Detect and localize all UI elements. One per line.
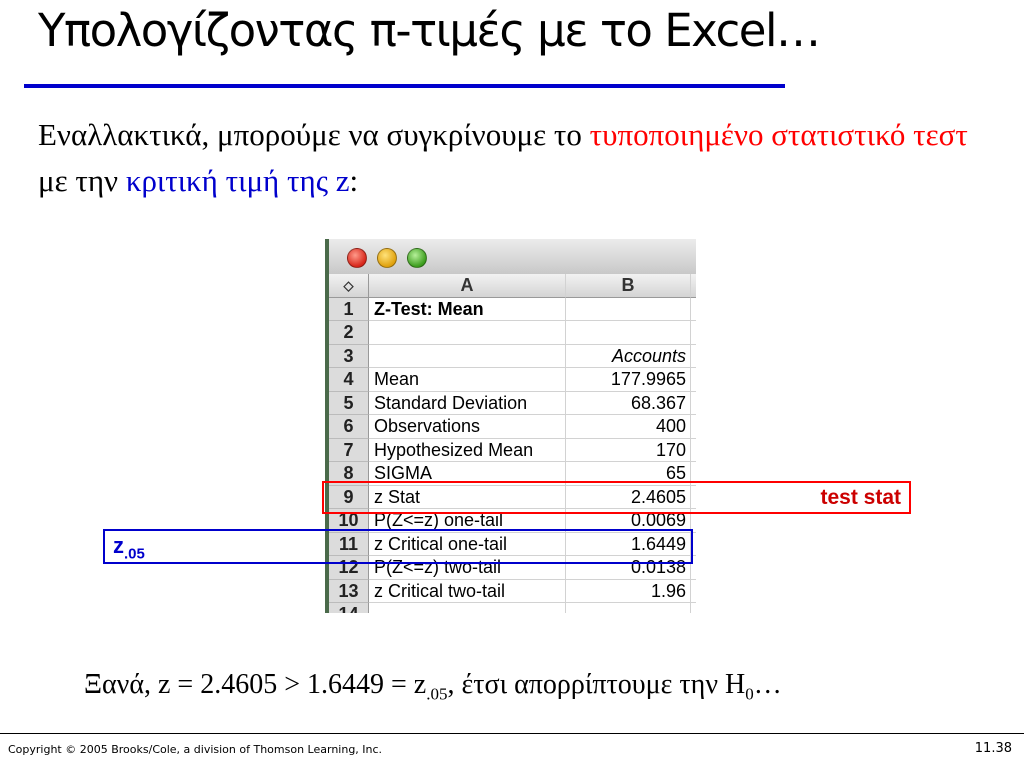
table-row: 7 Hypothesized Mean 170	[329, 438, 696, 462]
intro-paragraph: Εναλλακτικά, μπορούμε να συγκρίνουμε το …	[38, 112, 998, 204]
column-header-a[interactable]: A	[369, 274, 566, 298]
row-header[interactable]: 4	[329, 368, 369, 392]
conclusion-part-1: Ξανά, z = 2.4605 > 1.6449 = z	[84, 669, 427, 700]
cell-b[interactable]	[566, 603, 691, 613]
conclusion-sub-2: 0	[745, 684, 754, 704]
page-number: 11.38	[974, 741, 1012, 756]
critical-value-subscript: .05	[124, 545, 145, 563]
conclusion-part-2: , έτσι απορρίπτουμε την H	[447, 669, 746, 700]
cell-b[interactable]: 68.367	[566, 391, 691, 415]
conclusion-sub-1: .05	[426, 684, 448, 704]
cell-b[interactable]: 1.96	[566, 579, 691, 603]
cell-a[interactable]: Standard Deviation	[369, 391, 566, 415]
intro-text-3: :	[349, 163, 359, 198]
table-row: 6 Observations 400	[329, 415, 696, 439]
close-window-icon[interactable]	[347, 248, 367, 268]
cell-b[interactable]	[566, 321, 691, 345]
table-row: 13 z Critical two-tail 1.96	[329, 579, 696, 603]
row-header[interactable]: 1	[329, 297, 369, 321]
title-underline	[24, 84, 785, 88]
cell-a[interactable]	[369, 321, 566, 345]
column-header-b[interactable]: B	[566, 274, 691, 298]
cell-c[interactable]	[691, 579, 696, 603]
table-row: 4 Mean 177.9965	[329, 368, 696, 392]
table-row: 1 Z-Test: Mean	[329, 297, 696, 321]
test-stat-label: test stat	[820, 486, 901, 509]
critical-value-letter: z	[113, 533, 124, 558]
test-stat-highlight-box: test stat	[322, 481, 911, 514]
row-header[interactable]: 5	[329, 391, 369, 415]
cell-a[interactable]: z Critical two-tail	[369, 579, 566, 603]
row-header[interactable]: 6	[329, 415, 369, 439]
cell-a[interactable]: Observations	[369, 415, 566, 439]
table-row: 2	[329, 321, 696, 345]
table-row: 3 Accounts	[329, 344, 696, 368]
cell-b[interactable]: Accounts	[566, 344, 691, 368]
cell-c[interactable]	[691, 391, 696, 415]
cell-a[interactable]	[369, 344, 566, 368]
row-header[interactable]: 14	[329, 603, 369, 613]
conclusion-part-3: …	[753, 669, 782, 700]
row-header[interactable]: 2	[329, 321, 369, 345]
table-row: 14	[329, 603, 696, 613]
cell-c[interactable]	[691, 415, 696, 439]
intro-text-2: με την	[38, 163, 126, 198]
table-row: 5 Standard Deviation 68.367	[329, 391, 696, 415]
column-header-c[interactable]	[691, 274, 696, 298]
row-header[interactable]: 3	[329, 344, 369, 368]
cell-b[interactable]: 400	[566, 415, 691, 439]
cell-a[interactable]: Z-Test: Mean	[369, 297, 566, 321]
row-header[interactable]: 13	[329, 579, 369, 603]
conclusion-text: Ξανά, z = 2.4605 > 1.6449 = z.05, έτσι α…	[84, 669, 782, 705]
intro-highlight-red: τυποποιημένο στατιστικό τεστ	[589, 117, 968, 152]
cell-a[interactable]: Hypothesized Mean	[369, 438, 566, 462]
critical-value-highlight-box: z.05	[103, 529, 693, 564]
cell-b[interactable]: 170	[566, 438, 691, 462]
cell-b[interactable]	[566, 297, 691, 321]
minimize-window-icon[interactable]	[377, 248, 397, 268]
copyright-notice: Copyright © 2005 Brooks/Cole, a division…	[8, 743, 383, 756]
cell-b[interactable]: 177.9965	[566, 368, 691, 392]
cell-c[interactable]	[691, 321, 696, 345]
select-all-icon[interactable]: ◇	[329, 274, 369, 298]
column-header-row: ◇ A B	[329, 274, 696, 298]
intro-text-1: Εναλλακτικά, μπορούμε να συγκρίνουμε το	[38, 117, 590, 152]
intro-highlight-blue: κριτική τιμή της z	[125, 163, 350, 198]
zoom-window-icon[interactable]	[407, 248, 427, 268]
cell-a[interactable]: Mean	[369, 368, 566, 392]
footer-divider	[0, 733, 1024, 734]
window-titlebar	[329, 239, 696, 274]
slide-title: Υπολογίζοντας π-τιμές με το Excel…	[38, 4, 821, 57]
critical-value-label: z.05	[113, 533, 145, 562]
cell-c[interactable]	[691, 368, 696, 392]
row-header[interactable]: 7	[329, 438, 369, 462]
cell-c[interactable]	[691, 603, 696, 613]
cell-a[interactable]	[369, 603, 566, 613]
cell-c[interactable]	[691, 344, 696, 368]
cell-c[interactable]	[691, 438, 696, 462]
cell-c[interactable]	[691, 297, 696, 321]
